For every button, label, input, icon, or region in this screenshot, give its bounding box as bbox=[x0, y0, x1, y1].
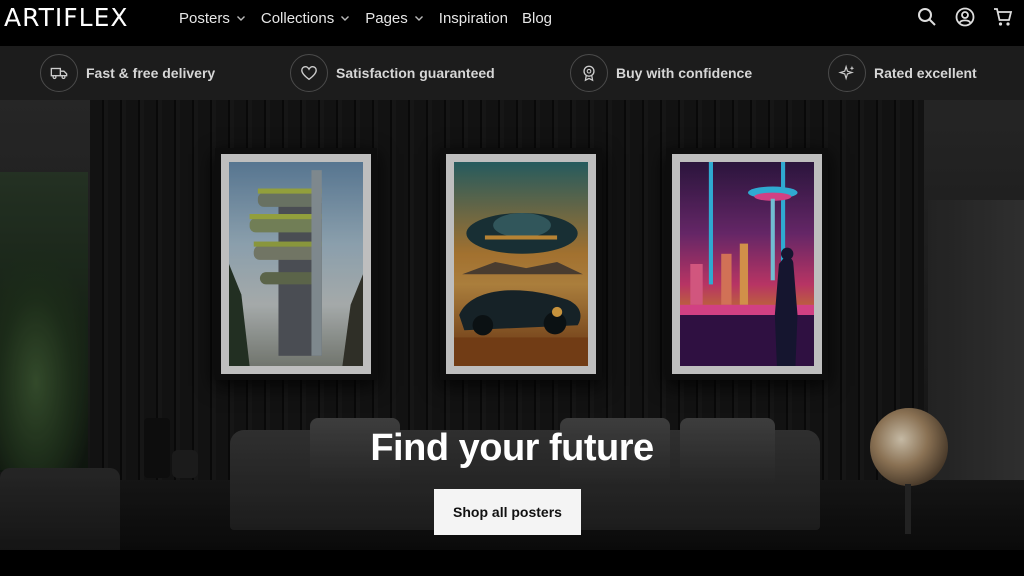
badge-icon bbox=[583, 65, 595, 82]
hero-banner: Find your future Shop all posters bbox=[0, 100, 1024, 550]
nav-item-label: Posters bbox=[179, 9, 230, 27]
chevron-down-icon bbox=[414, 16, 423, 21]
trust-icon-circle bbox=[290, 54, 328, 92]
nav-item-blog[interactable]: Blog bbox=[522, 10, 552, 27]
hero-title: Find your future bbox=[370, 427, 654, 469]
trust-item-confidence: Buy with confidence bbox=[570, 54, 752, 92]
nav-item-label: Pages bbox=[365, 9, 408, 27]
page-bottom bbox=[0, 550, 1024, 576]
main-nav: Posters Collections Pages Inspiration Bl… bbox=[179, 0, 566, 36]
hero-dim-overlay bbox=[0, 100, 1024, 550]
nav-item-label: Collections bbox=[260, 9, 335, 27]
site-header: ARTIFLEX Posters Collections Pages Inspi… bbox=[0, 0, 1024, 40]
trust-item-satisfaction: Satisfaction guaranteed bbox=[290, 54, 495, 92]
search-icon[interactable] bbox=[916, 6, 938, 28]
heart-icon bbox=[301, 66, 317, 81]
trust-label: Satisfaction guaranteed bbox=[336, 65, 495, 81]
chevron-down-icon bbox=[236, 16, 245, 21]
header-actions bbox=[916, 6, 1014, 28]
nav-item-label: Inspiration bbox=[438, 9, 508, 27]
trust-item-rated: Rated excellent bbox=[828, 54, 977, 92]
nav-item-posters[interactable]: Posters bbox=[179, 10, 247, 27]
trust-bar: Fast & free delivery Satisfaction guaran… bbox=[0, 46, 1024, 100]
shop-all-posters-button[interactable]: Shop all posters bbox=[434, 489, 581, 535]
nav-item-label: Blog bbox=[522, 9, 553, 27]
site-logo[interactable]: ARTIFLEX bbox=[4, 3, 129, 32]
trust-icon-circle bbox=[828, 54, 866, 92]
sparkle-icon bbox=[838, 64, 855, 81]
trust-icon-circle bbox=[570, 54, 608, 92]
trust-icon-circle bbox=[40, 54, 78, 92]
nav-item-collections[interactable]: Collections bbox=[261, 10, 351, 27]
account-icon[interactable] bbox=[954, 6, 976, 28]
chevron-down-icon bbox=[341, 16, 350, 21]
cart-icon[interactable] bbox=[992, 6, 1014, 28]
trust-label: Fast & free delivery bbox=[86, 65, 216, 81]
nav-item-inspiration[interactable]: Inspiration bbox=[439, 10, 508, 27]
nav-item-pages[interactable]: Pages bbox=[365, 10, 425, 27]
trust-label: Buy with confidence bbox=[616, 65, 753, 81]
truck-icon bbox=[50, 67, 68, 80]
trust-item-delivery: Fast & free delivery bbox=[40, 54, 215, 92]
trust-label: Rated excellent bbox=[874, 65, 977, 81]
